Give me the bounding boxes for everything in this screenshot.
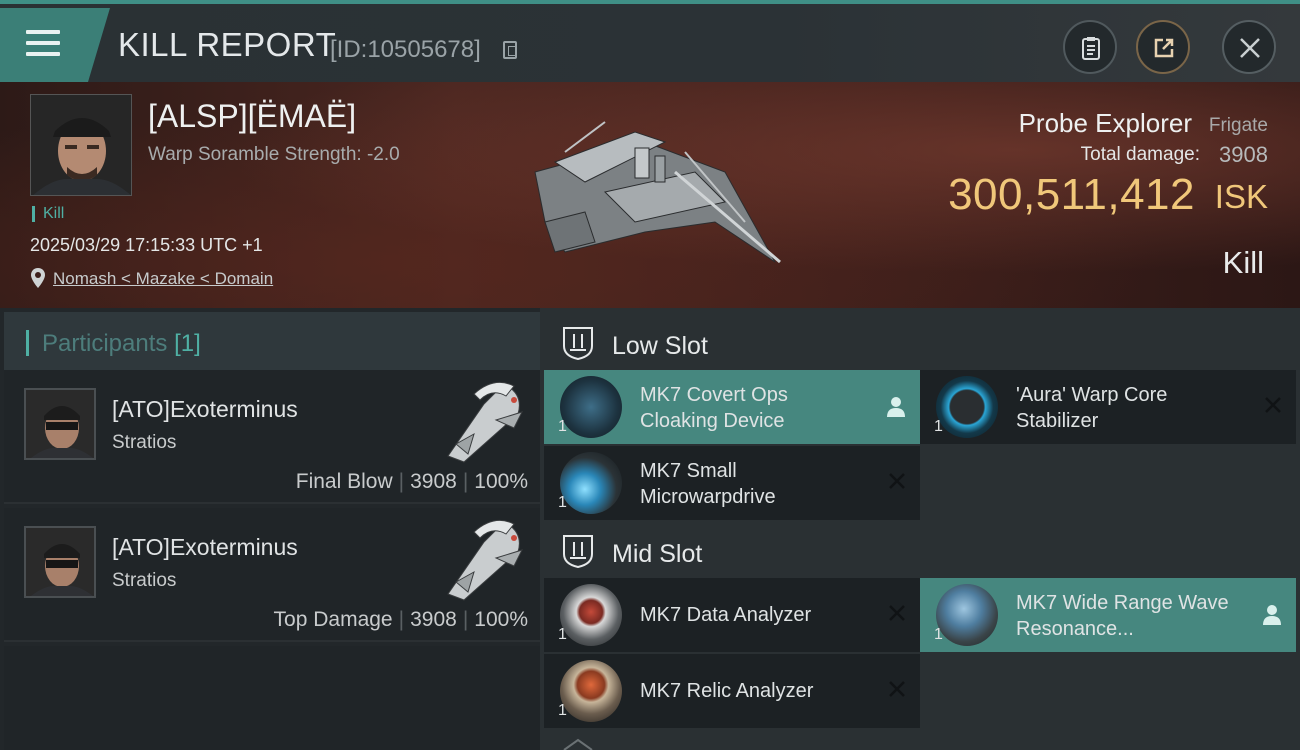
copy-icon[interactable] [503, 41, 517, 59]
kill-result: Kill [1222, 245, 1264, 280]
module-quantity: 1 [558, 626, 567, 643]
module-quantity: 1 [934, 418, 943, 435]
victim-banner: [ALSP][ËMAË] Warp Soramble Strength: -2.… [0, 82, 1300, 308]
module-name: MK7 Covert Ops Cloaking Device [640, 384, 788, 432]
mid-slot-header: Mid Slot [540, 520, 1300, 582]
person-icon [1263, 605, 1281, 625]
participant-ship: Stratios [112, 432, 177, 453]
close-icon [889, 473, 905, 489]
low-slot-header: Low Slot [540, 312, 1300, 374]
participant-role: Top Damage [273, 608, 393, 631]
isk-value: 300,511,412 [948, 170, 1195, 219]
mid-slot-title: Mid Slot [612, 540, 703, 568]
isk-unit: ISK [1214, 178, 1268, 215]
participant-stats: Final Blow | 3908 | 100% [295, 470, 528, 493]
clipboard-icon [1082, 37, 1100, 60]
warp-core-stabilizer-icon [936, 376, 998, 438]
victim-ship-class: Frigate [1208, 115, 1268, 136]
kill-tag: Kill [32, 206, 64, 222]
module-tile[interactable]: 1 'Aura' Warp Core Stabilizer [920, 370, 1296, 444]
close-icon [1265, 397, 1281, 413]
hamburger-icon [26, 30, 60, 63]
module-name: MK7 Relic Analyzer [640, 680, 814, 702]
top-bar: KILL REPORT [ID:10505678] [0, 0, 1300, 82]
participants-panel: Participants [1] [ATO]Exoterminus Strati… [0, 308, 540, 750]
person-icon [887, 397, 905, 417]
participants-header: Participants [1] [4, 312, 540, 374]
report-id: [ID:10505678] [330, 36, 481, 63]
participant-percent: 100% [474, 470, 528, 493]
share-icon [1154, 38, 1174, 58]
victim-portrait[interactable] [30, 94, 132, 196]
module-name: MK7 Data Analyzer [640, 604, 812, 626]
relic-analyzer-icon [560, 660, 622, 722]
participants-count: [1] [174, 330, 201, 357]
module-quantity: 1 [558, 494, 567, 511]
cloaking-device-icon [560, 376, 622, 438]
clipboard-button[interactable] [1063, 20, 1117, 74]
module-tile[interactable]: 1 MK7 Wide Range Wave Resonance... [920, 578, 1296, 652]
data-analyzer-icon [560, 584, 622, 646]
warp-scramble-strength: Warp Soramble Strength: -2.0 [148, 144, 400, 165]
participant-avatar [24, 388, 96, 460]
participant-avatar [24, 526, 96, 598]
participant-name: [ATO]Exoterminus [112, 534, 298, 560]
participant-stats: Top Damage | 3908 | 100% [273, 608, 528, 631]
slot-shield-icon [563, 738, 593, 750]
location-link[interactable]: Nomash < Mazake < Domain [53, 269, 273, 289]
victim-name: [ALSP][ËMAË] [148, 98, 357, 134]
victim-ship-name: Probe Explorer [1018, 108, 1192, 138]
close-button[interactable] [1222, 20, 1276, 74]
close-icon [1240, 38, 1260, 58]
participant-role: Final Blow [295, 470, 393, 493]
victim-ship-image [534, 121, 781, 264]
module-tile[interactable]: 1 MK7 Small Microwarpdrive [544, 446, 920, 520]
total-damage-value: 3908 [1219, 142, 1268, 167]
participant-row[interactable]: [ATO]Exoterminus Stratios Final Blow | 390… [4, 370, 540, 504]
module-quantity: 1 [558, 418, 567, 435]
low-slot-title: Low Slot [612, 332, 708, 360]
participant-ship: Stratios [112, 570, 177, 591]
participant-ship-image [447, 381, 523, 463]
share-button[interactable] [1136, 20, 1190, 74]
page-title: KILL REPORT [118, 26, 337, 63]
participant-damage: 3908 [410, 608, 457, 631]
participant-damage: 3908 [410, 470, 457, 493]
module-tile[interactable]: 1 MK7 Relic Analyzer [544, 654, 920, 728]
scan-probe-launcher-icon [936, 584, 998, 646]
module-name: MK7 Small Microwarpdrive [640, 460, 776, 508]
module-tile[interactable]: 1 MK7 Covert Ops Cloaking Device [544, 370, 920, 444]
slot-shield-icon [563, 327, 593, 360]
module-quantity: 1 [934, 626, 943, 643]
slot-shield-icon [563, 535, 593, 568]
participants-title: Participants [42, 330, 168, 357]
participant-percent: 100% [474, 608, 528, 631]
participant-ship-image [447, 519, 523, 601]
participant-name: [ATO]Exoterminus [112, 396, 298, 422]
close-icon [889, 605, 905, 621]
module-tile[interactable]: 1 MK7 Data Analyzer [544, 578, 920, 652]
microwarpdrive-icon [560, 452, 622, 514]
module-name: 'Aura' Warp Core Stabilizer [1016, 384, 1168, 432]
fitting-panel: Low Slot 1 MK7 Covert Ops Cloaking Devic… [540, 308, 1300, 750]
kill-timestamp: 2025/03/29 17:15:33 UTC +1 [30, 235, 263, 255]
module-quantity: 1 [558, 702, 567, 719]
participant-row[interactable]: [ATO]Exoterminus Stratios Top Damage | 390… [4, 508, 540, 642]
module-name: MK7 Wide Range Wave Resonance... [1016, 592, 1229, 640]
close-icon [889, 681, 905, 697]
location-pin-icon [31, 268, 45, 288]
total-damage-label: Total damage: [1080, 144, 1200, 165]
menu-button[interactable] [0, 8, 110, 82]
